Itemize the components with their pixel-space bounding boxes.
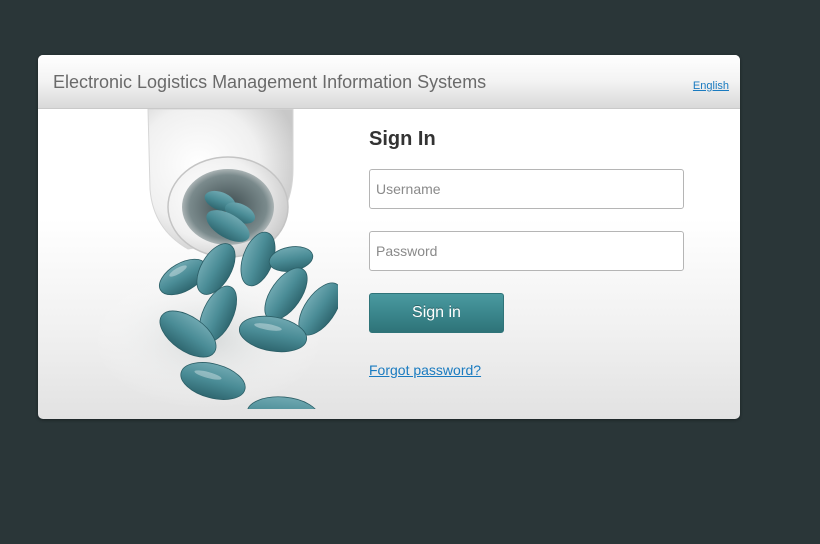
username-input[interactable]	[369, 169, 684, 209]
language-link[interactable]: English	[693, 80, 729, 92]
sign-in-heading: Sign In	[369, 128, 436, 150]
app-title: Electronic Logistics Management Informat…	[53, 72, 487, 92]
forgot-password-link[interactable]: Forgot password?	[369, 362, 481, 378]
sign-in-button[interactable]: Sign in	[369, 293, 504, 333]
pill-bottle-icon	[93, 109, 338, 409]
login-card: Electronic Logistics Management Informat…	[38, 55, 740, 419]
card-header: Electronic Logistics Management Informat…	[38, 55, 740, 109]
password-input[interactable]	[369, 231, 684, 271]
